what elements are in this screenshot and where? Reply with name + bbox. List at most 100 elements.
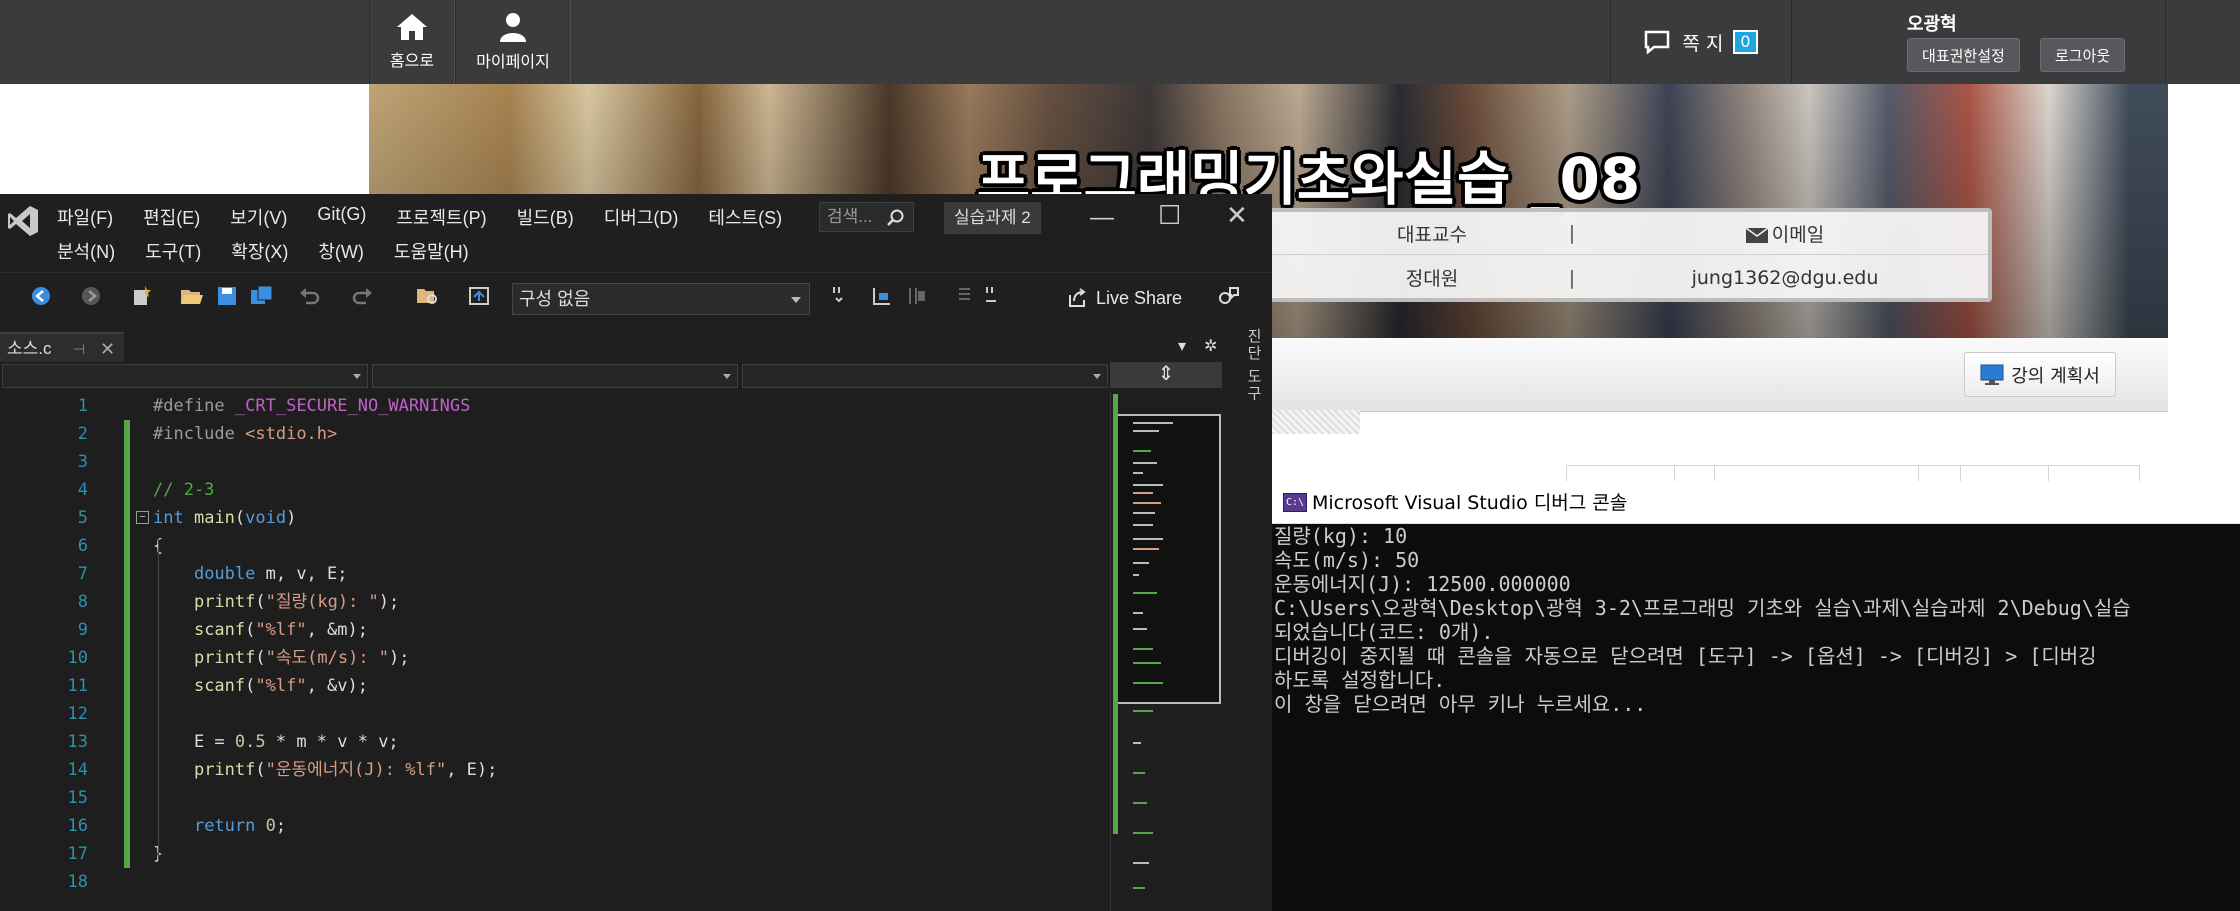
minimap-line — [1133, 450, 1151, 452]
find-in-files-icon[interactable] — [416, 285, 440, 307]
open-folder-icon[interactable] — [180, 285, 204, 307]
user-name: 오광혁 — [1907, 14, 1957, 35]
code-line: 6{ — [0, 532, 1110, 560]
minimap-line — [1133, 648, 1153, 650]
overflow-icon[interactable] — [984, 285, 998, 309]
menu-item[interactable]: 파일(F) — [57, 204, 113, 230]
menu-item[interactable]: 도구(T) — [145, 238, 201, 264]
code-line: 3 — [0, 448, 1110, 476]
file-tab[interactable]: 소스.c ⊣ ✕ — [0, 332, 124, 362]
logout-button[interactable]: 로그아웃 — [2040, 38, 2126, 72]
breakpoint-tool-icon[interactable] — [830, 285, 848, 309]
info-data-row: 정대원 | jung1362@dgu.edu — [1262, 256, 1988, 299]
diagnostic-tools-tab[interactable]: 진단 도구 — [1234, 328, 1264, 402]
minimap-line — [1133, 492, 1153, 494]
search-box[interactable]: 검색... — [819, 202, 914, 232]
code-text: #define _CRT_SECURE_NO_WARNINGS — [153, 396, 471, 416]
minimap[interactable] — [1110, 392, 1222, 911]
visual-studio-logo-icon — [8, 206, 38, 236]
column-divider: | — [1568, 222, 1576, 244]
console-line: 이 창을 닫으려면 아무 키나 누르세요... — [1274, 692, 1647, 716]
back-icon[interactable] — [30, 285, 52, 307]
console-title: Microsoft Visual Studio 디버그 콘솔 — [1312, 492, 1628, 514]
home-button[interactable]: 홈으로 — [369, 0, 455, 84]
line-number: 4 — [77, 480, 88, 500]
vertical-scrollbar[interactable] — [1222, 392, 1234, 911]
format-icon[interactable] — [906, 285, 928, 307]
console-titlebar: C:\ Microsoft Visual Studio 디버그 콘솔 — [1272, 482, 2240, 524]
minimap-line — [1133, 512, 1155, 514]
settings-gear-icon[interactable]: ✲ — [1204, 336, 1217, 356]
code-text: scanf("%lf", &v); — [193, 676, 368, 696]
minimap-line — [1133, 502, 1161, 504]
project-dropdown[interactable] — [2, 364, 368, 388]
undo-icon[interactable] — [298, 285, 320, 307]
scope-dropdown[interactable] — [372, 364, 738, 388]
forward-icon[interactable] — [80, 285, 102, 307]
menu-item[interactable]: 빌드(B) — [517, 204, 574, 230]
menu-item[interactable]: Git(G) — [317, 204, 366, 230]
messages-label: 쪽 지 — [1682, 32, 1724, 55]
new-item-icon[interactable] — [130, 285, 152, 307]
minimap-viewport[interactable] — [1115, 414, 1221, 704]
line-number: 10 — [67, 648, 88, 668]
line-number: 2 — [77, 424, 88, 444]
resize-handle — [1258, 410, 1360, 434]
console-line: C:\Users\오광혁\Desktop\광혁 3-2\프로그래밍 기초와 실습… — [1274, 596, 2131, 620]
minimap-line — [1133, 862, 1149, 864]
code-text: int main(void) — [153, 508, 297, 528]
minimap-line — [1133, 772, 1145, 774]
home-icon — [397, 14, 427, 40]
code-line: 11 scanf("%lf", &v); — [0, 672, 1110, 700]
close-tab-icon[interactable]: ✕ — [100, 334, 115, 364]
code-editor[interactable]: 1 #define _CRT_SECURE_NO_WARNINGS 2 #includ… — [0, 392, 1110, 911]
live-share-button[interactable]: Live Share — [1066, 287, 1182, 309]
comment-icon[interactable] — [956, 285, 976, 307]
step-icon[interactable] — [870, 285, 892, 307]
menu-item[interactable]: 분석(N) — [57, 238, 115, 264]
browser-link-icon[interactable] — [468, 285, 490, 307]
code-line: 5 int main(void) — [0, 504, 1110, 532]
mypage-button[interactable]: 마이페이지 — [455, 0, 571, 84]
redo-icon[interactable] — [352, 285, 374, 307]
minimize-button[interactable]: — — [1090, 204, 1114, 232]
menu-item[interactable]: 도움말(H) — [394, 238, 469, 264]
role-setting-button[interactable]: 대표권한설정 — [1907, 38, 2020, 72]
close-button[interactable]: ✕ — [1226, 200, 1248, 231]
save-icon[interactable] — [216, 285, 238, 307]
menu-item[interactable]: 보기(V) — [230, 204, 287, 230]
feedback-icon[interactable] — [1216, 285, 1240, 309]
professor-email[interactable]: jung1362@dgu.edu — [1582, 267, 1988, 289]
save-all-icon[interactable] — [250, 285, 274, 307]
messages-count-badge: 0 — [1733, 30, 1758, 54]
member-dropdown[interactable] — [742, 364, 1108, 388]
file-tab-label: 소스.c — [7, 339, 52, 358]
collapse-icon[interactable]: − — [136, 511, 149, 524]
maximize-button[interactable]: ☐ — [1158, 200, 1181, 231]
configuration-dropdown[interactable]: 구성 없음 — [512, 283, 810, 315]
minimap-line — [1133, 710, 1153, 712]
menu-item[interactable]: 테스트(S) — [708, 204, 782, 230]
syllabus-button[interactable]: 강의 계획서 — [1964, 352, 2116, 397]
split-editor-button[interactable]: ⇕ — [1110, 362, 1222, 388]
minimap-line — [1133, 472, 1143, 474]
minimap-line — [1133, 484, 1163, 486]
messages-button[interactable]: 쪽 지 0 — [1610, 0, 1792, 84]
pin-icon[interactable]: ⊣ — [73, 334, 85, 364]
menu-item[interactable]: 창(W) — [318, 238, 364, 264]
screen: 홈으로 마이페이지 쪽 지 0 오광혁 대표권한설정 로그아웃 프로그래밍기초와… — [0, 0, 2240, 911]
minimap-line — [1133, 430, 1159, 432]
line-number: 3 — [77, 452, 88, 472]
console-line: 디버깅이 중지될 때 콘솔을 자동으로 닫으려면 [도구] -> [옵션] ->… — [1274, 644, 2097, 668]
solution-name: 실습과제 2 — [944, 202, 1041, 234]
line-number: 14 — [67, 760, 88, 780]
menu-item[interactable]: 확장(X) — [231, 238, 288, 264]
search-placeholder: 검색... — [827, 207, 873, 226]
menu-item[interactable]: 편집(E) — [143, 204, 200, 230]
menu-item[interactable]: 프로젝트(P) — [396, 204, 486, 230]
tab-list-dropdown-icon[interactable]: ▾ — [1178, 336, 1186, 356]
user-panel: 오광혁 대표권한설정 로그아웃 — [1792, 0, 2166, 84]
code-line: 4 // 2-3 — [0, 476, 1110, 504]
minimap-line — [1133, 592, 1157, 594]
menu-item[interactable]: 디버그(D) — [604, 204, 679, 230]
